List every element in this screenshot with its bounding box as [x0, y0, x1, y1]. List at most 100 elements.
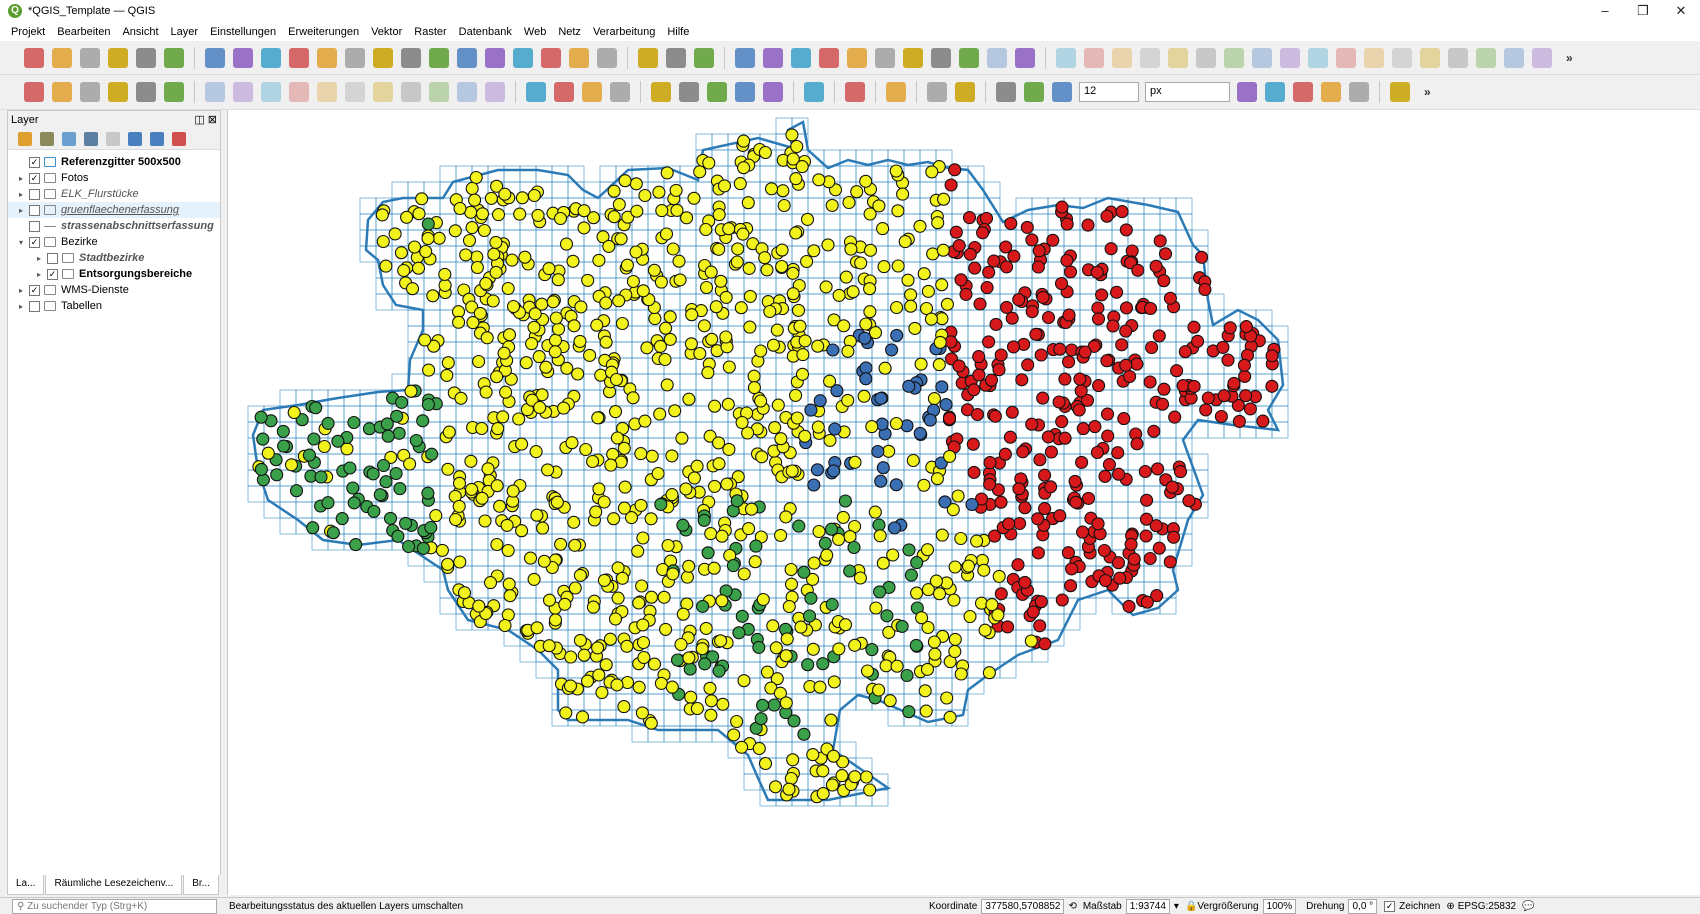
toolbar-tool-icon[interactable]: [554, 82, 574, 102]
toolbar-tool-icon[interactable]: [457, 82, 477, 102]
toolbar-tool-icon[interactable]: [164, 47, 184, 68]
toolbar-tool-icon[interactable]: [804, 82, 824, 102]
toolbar-tool-icon[interactable]: [80, 47, 100, 68]
panel-float-close-icon[interactable]: ◫ ⊠: [194, 113, 217, 126]
expand-arrow-icon[interactable]: ▾: [16, 238, 26, 247]
toolbar-tool-icon[interactable]: [1448, 47, 1468, 68]
filter-legend-icon[interactable]: [106, 131, 120, 146]
style-panel-icon[interactable]: [18, 131, 32, 146]
toolbar-tool-icon[interactable]: [1280, 47, 1300, 68]
expand-arrow-icon[interactable]: ▸: [16, 286, 26, 295]
layer-row-entsorgungsbereiche[interactable]: ▸ ✓ Entsorgungsbereiche: [8, 266, 220, 282]
toolbar-tool-icon[interactable]: [373, 82, 393, 102]
toolbar-overflow-icon[interactable]: »: [1424, 85, 1431, 99]
menu-raster[interactable]: Raster: [414, 26, 446, 38]
menu-hilfe[interactable]: Hilfe: [667, 26, 689, 38]
toolbar-tool-icon[interactable]: [205, 82, 225, 102]
layer-row-strassenabschnittserfassung[interactable]: strassenabschnittserfassung: [8, 218, 220, 234]
toolbar-tool-icon[interactable]: [24, 82, 44, 102]
toolbar-tool-icon[interactable]: [457, 47, 477, 68]
close-button[interactable]: ✕: [1662, 0, 1700, 22]
toolbar-tool-icon[interactable]: [401, 82, 421, 102]
scale-dropdown-icon[interactable]: ▾: [1174, 901, 1179, 912]
expand-arrow-icon[interactable]: ▸: [16, 174, 26, 183]
snap-unit-select[interactable]: px: [1145, 82, 1230, 102]
toolbar-tool-icon[interactable]: [927, 82, 947, 102]
toolbar-tool-icon[interactable]: [52, 82, 72, 102]
toolbar-tool-icon[interactable]: [582, 82, 602, 102]
crs-button[interactable]: EPSG:25832: [1458, 901, 1516, 912]
toolbar-tool-icon[interactable]: [886, 82, 906, 102]
toolbar-tool-icon[interactable]: [541, 47, 561, 68]
toolbar-tool-icon[interactable]: [1196, 47, 1216, 68]
toolbar-tool-icon[interactable]: [763, 82, 783, 102]
toolbar-tool-icon[interactable]: [1336, 47, 1356, 68]
toolbar-tool-icon[interactable]: [373, 47, 393, 68]
menu-verarbeitung[interactable]: Verarbeitung: [593, 26, 655, 38]
toolbar-tool-icon[interactable]: [1308, 47, 1328, 68]
toolbar-tool-icon[interactable]: [429, 82, 449, 102]
toolbar-tool-icon[interactable]: [164, 82, 184, 102]
toolbar-tool-icon[interactable]: [819, 47, 839, 68]
layer-checkbox[interactable]: [29, 188, 40, 200]
toolbar-tool-icon[interactable]: [1476, 47, 1496, 68]
remove-layer-icon[interactable]: [172, 131, 186, 146]
toolbar-tool-icon[interactable]: [261, 47, 281, 68]
toolbar-tool-icon[interactable]: [526, 82, 546, 102]
toolbar-tool-icon[interactable]: [959, 47, 979, 68]
toolbar-tool-icon[interactable]: [136, 82, 156, 102]
toolbar-tool-icon[interactable]: [1349, 82, 1369, 102]
toolbar-tool-icon[interactable]: [707, 82, 727, 102]
toolbar-tool-icon[interactable]: [1024, 82, 1044, 102]
toolbar-tool-icon[interactable]: [1265, 82, 1285, 102]
toolbar-tool-icon[interactable]: [1532, 47, 1552, 68]
toolbar-tool-icon[interactable]: [1293, 82, 1313, 102]
locator-search[interactable]: ⚲ Zu suchender Typ (Strg+K): [12, 898, 217, 914]
toolbar-tool-icon[interactable]: [345, 82, 365, 102]
toolbar-tool-icon[interactable]: [52, 47, 72, 68]
toolbar-tool-icon[interactable]: [345, 47, 365, 68]
layer-row-stadtbezirke[interactable]: ▸ Stadtbezirke: [8, 250, 220, 266]
layer-row-bezirke[interactable]: ▾ ✓ Bezirke: [8, 234, 220, 250]
tab-browser[interactable]: Br...: [183, 875, 220, 895]
expand-arrow-icon[interactable]: ▸: [16, 302, 26, 311]
menu-erweiterungen[interactable]: Erweiterungen: [288, 26, 359, 38]
menu-layer[interactable]: Layer: [171, 26, 199, 38]
toolbar-tool-icon[interactable]: [80, 82, 100, 102]
toolbar-tool-icon[interactable]: [317, 47, 337, 68]
layer-checkbox[interactable]: ✓: [47, 268, 58, 280]
toolbar-tool-icon[interactable]: [875, 47, 895, 68]
lock-icon[interactable]: 🔒: [1185, 901, 1197, 912]
layer-row-fotos[interactable]: ▸ ✓ Fotos: [8, 170, 220, 186]
toolbar-tool-icon[interactable]: [1224, 47, 1244, 68]
tab-spatial-bookmarks[interactable]: Räumliche Lesezeichenv...: [45, 875, 183, 895]
toolbar-tool-icon[interactable]: [638, 47, 658, 68]
toolbar-tool-icon[interactable]: [1052, 82, 1072, 102]
layer-checkbox[interactable]: [47, 252, 58, 264]
toolbar-tool-icon[interactable]: [735, 82, 755, 102]
menu-vektor[interactable]: Vektor: [371, 26, 402, 38]
toolbar-tool-icon[interactable]: [996, 82, 1016, 102]
toolbar-tool-icon[interactable]: [1364, 47, 1384, 68]
toolbar-tool-icon[interactable]: [1392, 47, 1412, 68]
toolbar-tool-icon[interactable]: [136, 47, 156, 68]
toolbar-tool-icon[interactable]: [1321, 82, 1341, 102]
toolbar-tool-icon[interactable]: [1140, 47, 1160, 68]
toolbar-tool-icon[interactable]: [1252, 47, 1272, 68]
toolbar-tool-icon[interactable]: [694, 47, 714, 68]
toolbar-tool-icon[interactable]: [289, 47, 309, 68]
layer-checkbox[interactable]: ✓: [29, 236, 40, 248]
toolbar-tool-icon[interactable]: [735, 47, 755, 68]
toolbar-overflow-icon[interactable]: »: [1566, 51, 1573, 65]
tab-layer[interactable]: La...: [7, 875, 45, 895]
menu-bearbeiten[interactable]: Bearbeiten: [57, 26, 110, 38]
toolbar-tool-icon[interactable]: [108, 47, 128, 68]
toolbar-tool-icon[interactable]: [903, 47, 923, 68]
layer-row-referenzgitter[interactable]: ✓ Referenzgitter 500x500: [8, 154, 220, 170]
toolbar-tool-icon[interactable]: [791, 47, 811, 68]
layer-checkbox[interactable]: [29, 300, 40, 312]
toolbar-tool-icon[interactable]: [1015, 47, 1035, 68]
toolbar-tool-icon[interactable]: [1420, 47, 1440, 68]
layer-checkbox[interactable]: [29, 204, 40, 216]
menu-einstellungen[interactable]: Einstellungen: [210, 26, 276, 38]
